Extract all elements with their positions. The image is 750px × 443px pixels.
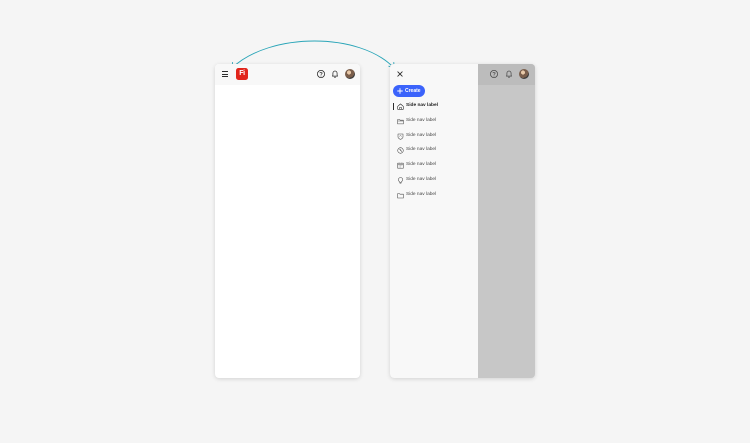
- create-button-label: Create: [405, 88, 421, 94]
- hamburger-icon[interactable]: [222, 70, 230, 79]
- side-nav-item-archive[interactable]: Side nav label: [390, 190, 478, 205]
- lightbulb-icon: [398, 177, 403, 184]
- transition-arrow: [231, 40, 395, 69]
- side-nav-label: Side nav label: [406, 147, 437, 153]
- side-nav-label: Side nav label: [406, 132, 437, 138]
- side-nav: Side nav label Side nav label Side nav l…: [390, 101, 478, 205]
- side-nav-item-shield[interactable]: Side nav label: [390, 131, 478, 146]
- side-nav-drawer: Create Side nav label Side nav label Sid…: [390, 64, 478, 378]
- avatar[interactable]: [345, 69, 355, 79]
- clock-icon: [397, 147, 404, 154]
- top-bar: Fi: [215, 64, 360, 85]
- archive-folder-icon: [397, 193, 404, 199]
- help-icon[interactable]: [489, 69, 499, 79]
- side-nav-item-home[interactable]: Side nav label: [390, 101, 478, 116]
- folder-icon: [397, 119, 404, 124]
- home-icon: [397, 103, 404, 110]
- shield-icon: [397, 133, 404, 140]
- side-nav-label: Side nav label: [406, 162, 437, 168]
- active-indicator: [393, 103, 395, 110]
- side-nav-label: Side nav label: [406, 176, 437, 182]
- side-nav-label: Side nav label: [406, 117, 437, 123]
- side-nav-label: Side nav label: [406, 103, 438, 108]
- avatar[interactable]: [519, 69, 529, 79]
- plus-icon: [397, 88, 403, 94]
- create-button[interactable]: Create: [393, 85, 425, 97]
- bell-icon[interactable]: [504, 69, 514, 79]
- calendar-icon: [397, 162, 404, 169]
- mobile-screen-expanded: Create Side nav label Side nav label Sid…: [390, 64, 535, 378]
- side-nav-item-calendar[interactable]: Side nav label: [390, 160, 478, 175]
- side-nav-item-folder[interactable]: Side nav label: [390, 116, 478, 131]
- app-logo[interactable]: Fi: [236, 68, 248, 80]
- side-nav-label: Side nav label: [406, 191, 437, 197]
- close-icon[interactable]: [396, 70, 404, 78]
- bell-icon[interactable]: [330, 69, 340, 79]
- side-nav-item-clock[interactable]: Side nav label: [390, 145, 478, 160]
- help-icon[interactable]: [316, 69, 326, 79]
- side-nav-item-lightbulb[interactable]: Side nav label: [390, 175, 478, 190]
- mobile-screen-collapsed: Fi: [215, 64, 360, 378]
